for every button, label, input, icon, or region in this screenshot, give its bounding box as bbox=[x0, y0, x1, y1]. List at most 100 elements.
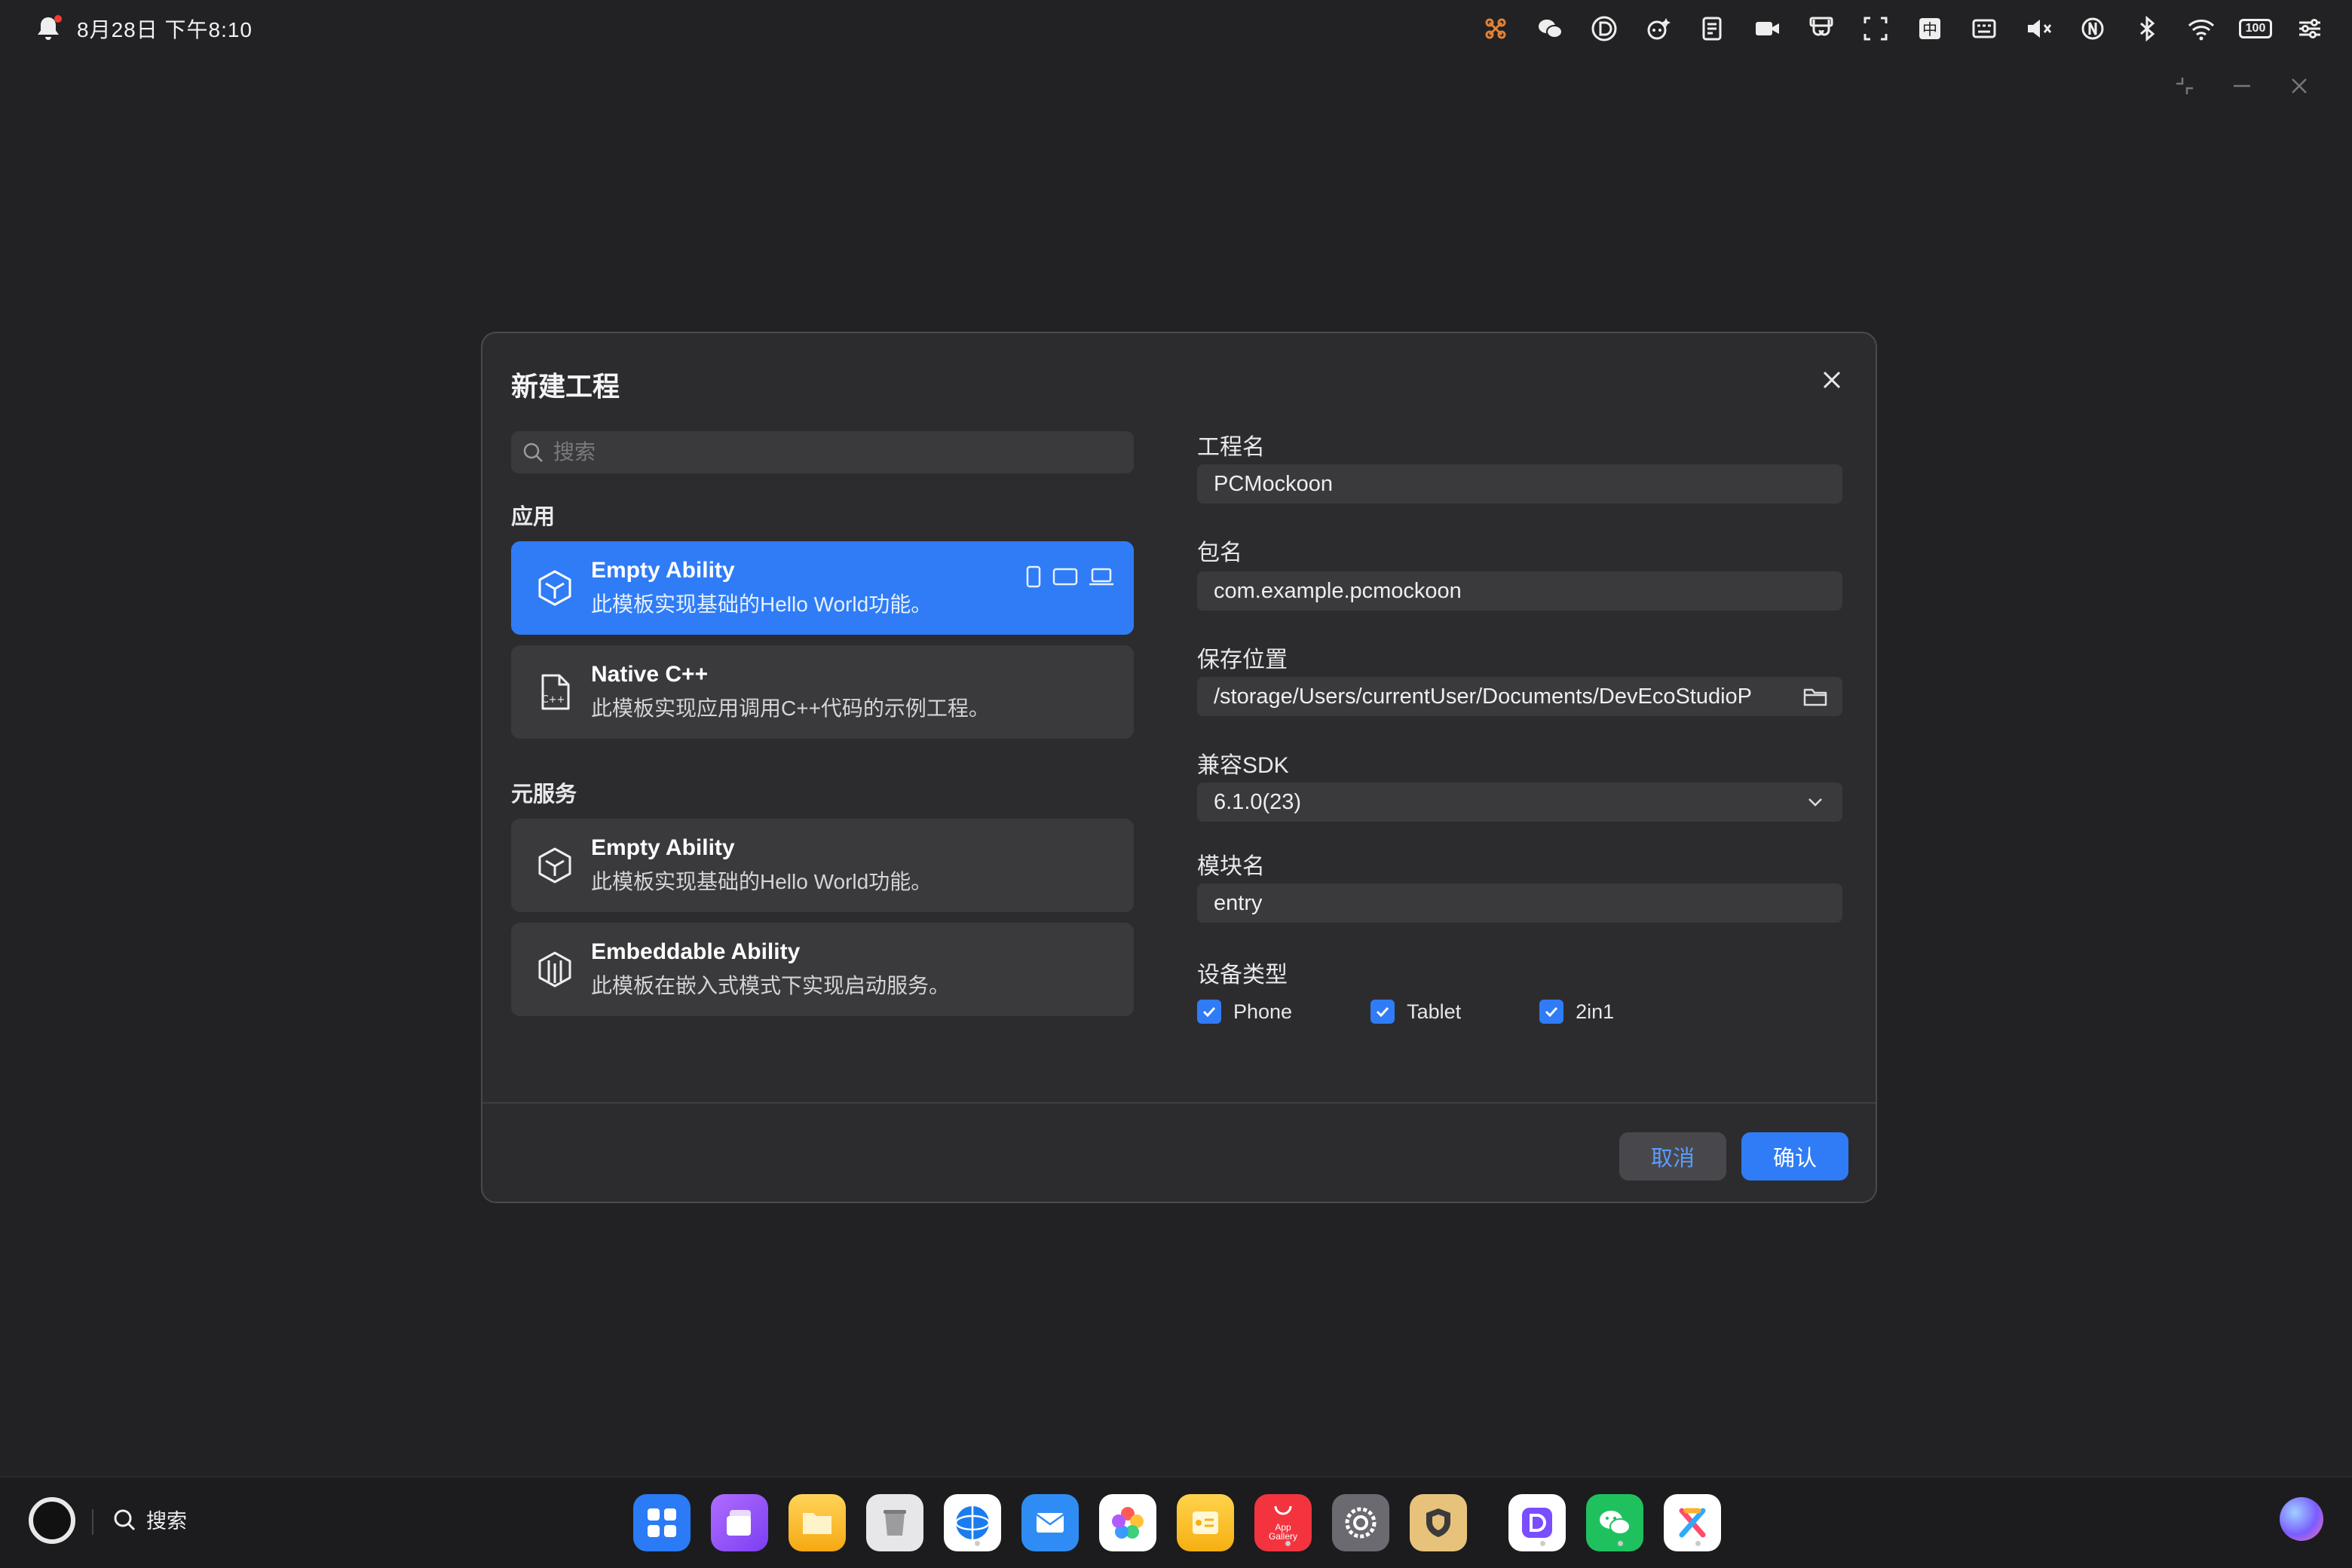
running-indicator bbox=[975, 1541, 980, 1546]
wifi-icon[interactable] bbox=[2185, 12, 2218, 45]
template-name: Empty Ability bbox=[591, 835, 735, 860]
battery-level: 100 bbox=[2239, 19, 2272, 38]
running-indicator bbox=[1618, 1541, 1623, 1546]
trash-icon[interactable] bbox=[866, 1494, 923, 1551]
screen-capture-icon[interactable] bbox=[1859, 12, 1892, 45]
running-indicator bbox=[1285, 1541, 1291, 1546]
embed-icon bbox=[534, 948, 576, 991]
window-close-icon[interactable] bbox=[2286, 72, 2313, 100]
mail-icon[interactable] bbox=[1021, 1494, 1079, 1551]
laptop-icon bbox=[1089, 568, 1113, 586]
template-desc: 此模板实现应用调用C++代码的示例工程。 bbox=[591, 697, 990, 720]
sdk-value: 6.1.0(23) bbox=[1214, 789, 1302, 814]
folder-icon[interactable] bbox=[1802, 683, 1829, 710]
template-card-empty-ability-app[interactable]: Empty Ability 此模板实现基础的Hello World功能。 bbox=[511, 541, 1134, 635]
wechat-tray-icon[interactable] bbox=[1533, 12, 1566, 45]
dock-separator bbox=[92, 1509, 93, 1535]
template-desc: 此模板在嵌入式模式下实现启动服务。 bbox=[591, 974, 951, 997]
bundle-name-field[interactable]: com.example.pcmockoon bbox=[1197, 571, 1842, 611]
keyboard-tray-icon[interactable] bbox=[1968, 12, 2001, 45]
notification-badge bbox=[54, 15, 62, 23]
search-icon bbox=[523, 443, 543, 462]
save-location-label: 保存位置 bbox=[1197, 648, 1288, 672]
template-name: Embeddable Ability bbox=[591, 939, 801, 964]
new-project-dialog: 新建工程 应用 Empty Ability 此模板实现基础的Hello Worl… bbox=[481, 332, 1877, 1203]
running-indicator bbox=[1695, 1541, 1701, 1546]
status-tray: 中 100 bbox=[1479, 11, 2326, 47]
notification-bell-icon[interactable] bbox=[33, 14, 63, 44]
gallery-icon[interactable] bbox=[1099, 1494, 1156, 1551]
device-checkbox-2in1[interactable]: 2in1 bbox=[1539, 1000, 1614, 1024]
cube-icon bbox=[534, 567, 576, 609]
settings-icon[interactable] bbox=[1332, 1494, 1389, 1551]
search-input[interactable] bbox=[553, 440, 1126, 464]
collab-app-icon[interactable] bbox=[1664, 1494, 1721, 1551]
dialog-divider bbox=[482, 1102, 1876, 1104]
checkbox-checked[interactable] bbox=[1370, 1000, 1395, 1024]
ai-assistant-tray-icon[interactable] bbox=[1642, 12, 1675, 45]
device-type-group: Phone Tablet 2in1 bbox=[1197, 1000, 1692, 1024]
device-support-icons bbox=[1025, 565, 1114, 588]
checkbox-checked[interactable] bbox=[1539, 1000, 1564, 1024]
module-name-field[interactable]: entry bbox=[1197, 884, 1842, 923]
notes-tray-icon[interactable] bbox=[1696, 12, 1729, 45]
deveco-studio-icon[interactable] bbox=[1508, 1494, 1566, 1551]
start-button[interactable] bbox=[29, 1497, 75, 1544]
device-label: Tablet bbox=[1407, 1000, 1462, 1023]
sdk-select[interactable]: 6.1.0(23) bbox=[1197, 782, 1842, 822]
module-name-label: 模块名 bbox=[1197, 854, 1265, 879]
nfc-icon[interactable] bbox=[2076, 12, 2109, 45]
device-label: Phone bbox=[1233, 1000, 1293, 1023]
memo-icon[interactable] bbox=[1177, 1494, 1234, 1551]
template-search[interactable] bbox=[511, 431, 1134, 473]
bundle-name-label: 包名 bbox=[1197, 541, 1242, 565]
dialog-close-icon[interactable] bbox=[1817, 365, 1847, 395]
project-name-label: 工程名 bbox=[1197, 435, 1265, 460]
sdk-label: 兼容SDK bbox=[1197, 753, 1289, 778]
confirm-button[interactable]: 确认 bbox=[1741, 1132, 1848, 1181]
template-name: Native C++ bbox=[591, 662, 709, 687]
taskbar-dock: 搜索 App Gallery bbox=[0, 1476, 2352, 1568]
cancel-button[interactable]: 取消 bbox=[1619, 1132, 1726, 1181]
security-shield-icon[interactable] bbox=[1410, 1494, 1467, 1551]
template-card-native-cpp[interactable]: C++ Native C++ 此模板实现应用调用C++代码的示例工程。 bbox=[511, 645, 1134, 739]
module-name-value: entry bbox=[1214, 890, 1263, 915]
files-folder-icon[interactable] bbox=[789, 1494, 846, 1551]
project-name-field[interactable]: PCMockoon bbox=[1197, 464, 1842, 504]
bundle-name-value: com.example.pcmockoon bbox=[1214, 578, 1462, 603]
multitask-icon[interactable] bbox=[711, 1494, 768, 1551]
save-location-field[interactable]: /storage/Users/currentUser/Documents/Dev… bbox=[1197, 677, 1842, 716]
cube-icon bbox=[534, 844, 576, 887]
template-desc: 此模板实现基础的Hello World功能。 bbox=[591, 593, 933, 616]
restore-icon[interactable] bbox=[2171, 72, 2198, 100]
ai-assistant-orb-icon[interactable] bbox=[2280, 1497, 2323, 1541]
browser-icon[interactable] bbox=[944, 1494, 1001, 1551]
input-method-icon[interactable]: 中 bbox=[1913, 12, 1946, 45]
bluetooth-icon[interactable] bbox=[2130, 12, 2164, 45]
search-icon bbox=[114, 1509, 136, 1530]
huawei-share-icon[interactable] bbox=[1479, 12, 1512, 45]
wechat-icon[interactable] bbox=[1586, 1494, 1643, 1551]
minimize-icon[interactable] bbox=[2228, 72, 2256, 100]
section-app-label: 应用 bbox=[511, 505, 556, 529]
checkbox-checked[interactable] bbox=[1197, 1000, 1221, 1024]
control-center-icon[interactable] bbox=[2293, 12, 2326, 45]
svg-text:中: 中 bbox=[1922, 20, 1937, 38]
dialog-title: 新建工程 bbox=[511, 371, 620, 402]
status-bar: 8月28日 下午8:10 中 100 bbox=[0, 0, 2352, 57]
video-camera-icon[interactable] bbox=[1750, 12, 1784, 45]
template-card-embeddable-ability[interactable]: Embeddable Ability 此模板在嵌入式模式下实现启动服务。 bbox=[511, 923, 1134, 1016]
template-card-empty-ability-atomic[interactable]: Empty Ability 此模板实现基础的Hello World功能。 bbox=[511, 819, 1134, 912]
deveco-tray-icon[interactable] bbox=[1588, 12, 1621, 45]
dock-search-button[interactable]: 搜索 bbox=[112, 1505, 187, 1534]
volume-muted-icon[interactable] bbox=[2022, 12, 2055, 45]
app-gallery-icon[interactable]: App Gallery bbox=[1254, 1494, 1312, 1551]
screenshot-tray-icon[interactable] bbox=[1805, 12, 1838, 45]
launcher-grid-icon[interactable] bbox=[633, 1494, 691, 1551]
project-name-value: PCMockoon bbox=[1214, 471, 1333, 496]
device-checkbox-tablet[interactable]: Tablet bbox=[1370, 1000, 1461, 1024]
dock-apps: App Gallery bbox=[633, 1494, 1741, 1551]
device-checkbox-phone[interactable]: Phone bbox=[1197, 1000, 1292, 1024]
running-indicator bbox=[1540, 1541, 1545, 1546]
battery-icon[interactable]: 100 bbox=[2239, 12, 2272, 45]
